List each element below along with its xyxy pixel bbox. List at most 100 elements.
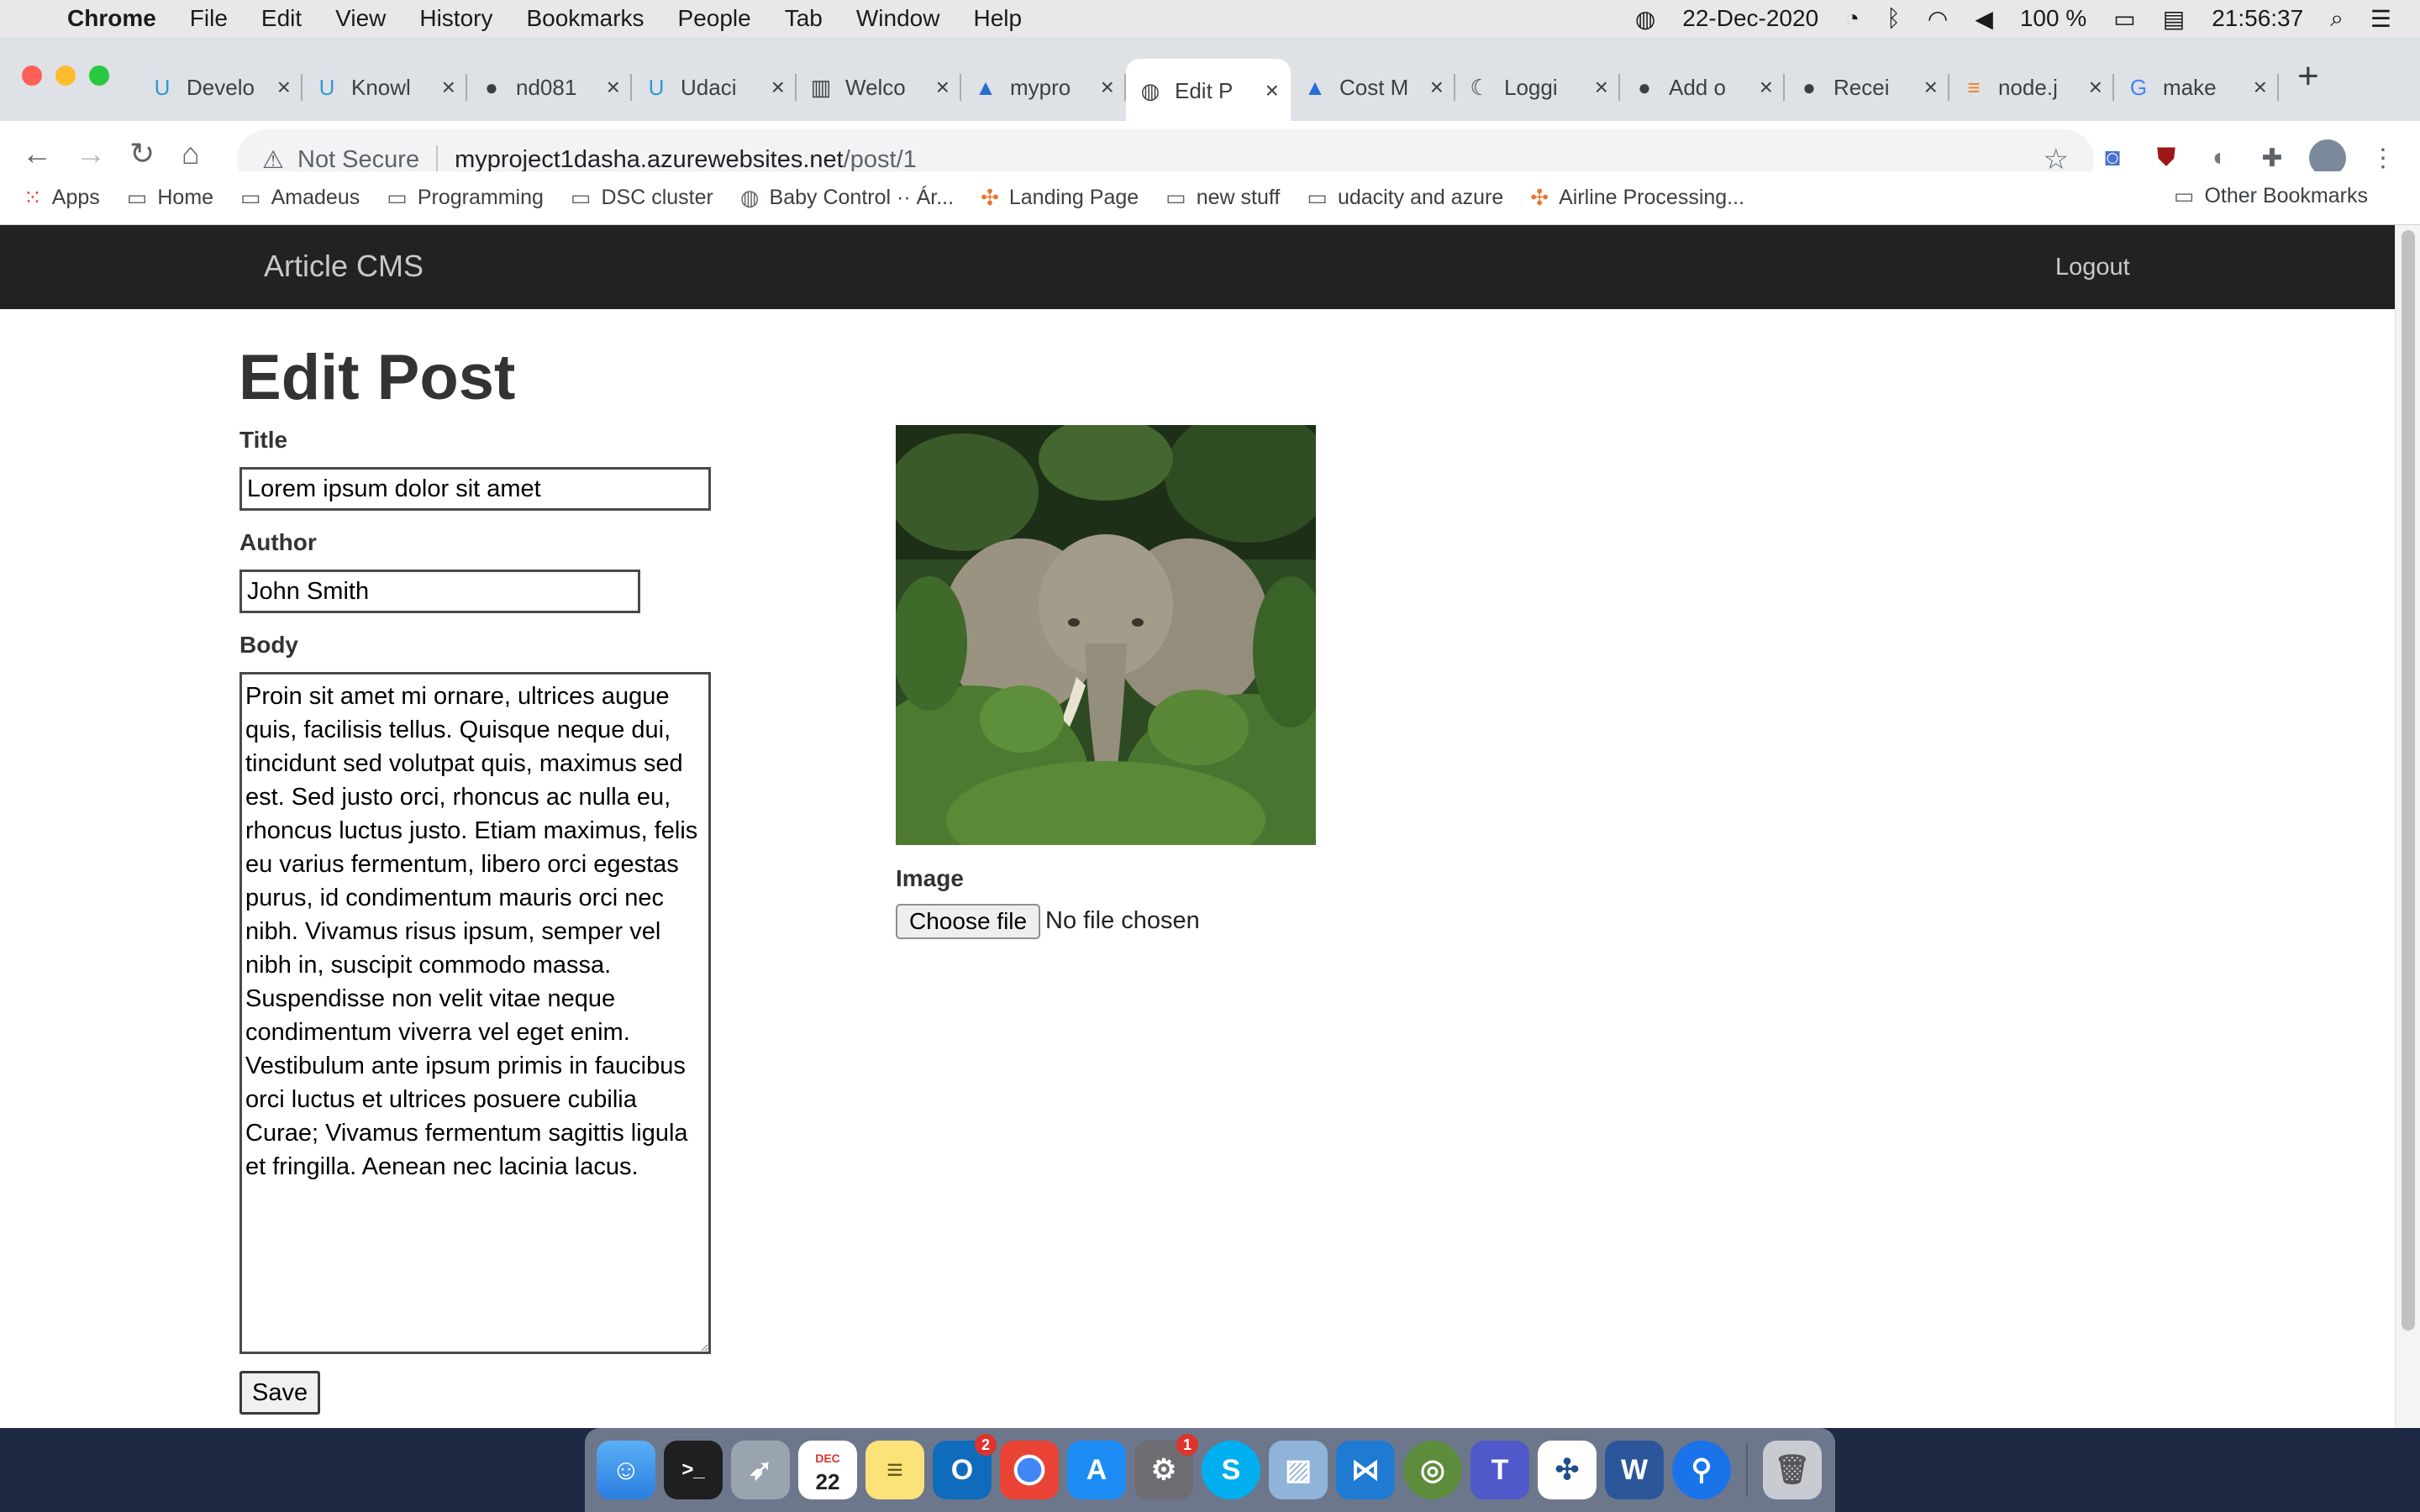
input-source-flag-icon[interactable]: ▤ xyxy=(2163,5,2185,33)
bookmark-baby-control[interactable]: ◍ Baby Control ·· Ár... xyxy=(740,185,954,211)
bookmark-udacity-azure[interactable]: ▭ udacity and azure xyxy=(1307,185,1503,211)
menu-bookmarks[interactable]: Bookmarks xyxy=(526,5,644,32)
launchpad-icon[interactable]: ➶ xyxy=(731,1441,790,1499)
window-close-button[interactable] xyxy=(22,66,42,86)
tab-recei[interactable]: ● Recei × xyxy=(1785,59,1949,116)
window-minimize-button[interactable] xyxy=(55,66,76,86)
close-icon[interactable]: × xyxy=(1265,77,1279,104)
close-icon[interactable]: × xyxy=(936,74,950,101)
outlook-icon[interactable]: O2 xyxy=(933,1434,997,1499)
teams-icon[interactable]: T xyxy=(1470,1441,1529,1499)
close-icon[interactable]: × xyxy=(607,74,620,101)
volume-icon[interactable]: ◀ xyxy=(1975,5,1993,33)
finder-icon[interactable]: ☺ xyxy=(597,1441,655,1499)
vpn-app-icon[interactable]: ◎ xyxy=(1403,1441,1462,1499)
trash-icon[interactable]: 🗑 xyxy=(1763,1441,1822,1499)
tab-add[interactable]: ● Add o × xyxy=(1620,59,1785,116)
bookmark-apps[interactable]: ⁙ Apps xyxy=(24,185,100,211)
menu-view[interactable]: View xyxy=(335,5,386,32)
tab-nd081[interactable]: ● nd081 × xyxy=(467,59,632,116)
bookmark-programming[interactable]: ▭ Programming xyxy=(387,185,544,211)
notes-icon[interactable]: ≡ xyxy=(865,1441,924,1499)
close-icon[interactable]: × xyxy=(1760,74,1773,101)
skype-icon[interactable]: S xyxy=(1202,1441,1260,1499)
author-input[interactable] xyxy=(239,570,640,613)
site-brand-link[interactable]: Article CMS xyxy=(264,249,424,284)
tab-loggi[interactable]: ☾ Loggi × xyxy=(1455,59,1620,116)
bookmark-dsc-cluster[interactable]: ▭ DSC cluster xyxy=(571,185,713,211)
home-icon[interactable]: ⌂ xyxy=(182,136,200,171)
tab-node[interactable]: ≡ node.j × xyxy=(1949,59,2114,116)
tab-knowl[interactable]: U Knowl × xyxy=(302,59,467,116)
time-machine-icon[interactable]: ◔ xyxy=(1845,5,1860,32)
menu-people[interactable]: People xyxy=(678,5,751,32)
tab-make[interactable]: Gmake × xyxy=(2114,59,2279,116)
close-icon[interactable]: × xyxy=(1595,74,1608,101)
reload-icon[interactable]: ↻ xyxy=(129,136,155,171)
image-label: Image xyxy=(896,865,964,891)
spotlight-search-icon[interactable]: ⌕ xyxy=(2330,5,2344,33)
tab-develo[interactable]: U Develo × xyxy=(138,59,302,116)
maps-pin-icon[interactable]: ⚲ xyxy=(1672,1441,1731,1499)
control-center-icon[interactable]: ☰ xyxy=(2370,5,2391,33)
close-icon[interactable]: × xyxy=(1101,74,1114,101)
menu-app-chrome[interactable]: Chrome xyxy=(67,5,156,32)
bookmark-home[interactable]: ▭ Home xyxy=(127,185,213,211)
system-preferences-icon[interactable]: ⚙ 1 xyxy=(1134,1434,1198,1499)
chrome-icon[interactable] xyxy=(1000,1441,1059,1499)
bookmark-landing-page[interactable]: ✣ Landing Page xyxy=(981,185,1139,211)
close-icon[interactable]: × xyxy=(277,74,291,101)
close-icon[interactable]: × xyxy=(1924,74,1938,101)
bookmark-new-stuff[interactable]: ▭ new stuff xyxy=(1165,185,1280,211)
menu-help[interactable]: Help xyxy=(973,5,1022,32)
menu-file[interactable]: File xyxy=(190,5,228,32)
tab-edit-post[interactable]: ◍ Edit P × xyxy=(1126,59,1291,123)
close-icon[interactable]: × xyxy=(442,74,455,101)
save-button[interactable]: Save xyxy=(239,1371,321,1415)
close-icon[interactable]: × xyxy=(771,74,785,101)
tab-udaci[interactable]: U Udaci × xyxy=(632,59,797,116)
forward-arrow-icon[interactable]: → xyxy=(76,136,106,171)
battery-icon[interactable]: ▭ xyxy=(2113,5,2135,33)
tableau-icon[interactable]: ✣ xyxy=(1538,1441,1597,1499)
menu-tab[interactable]: Tab xyxy=(785,5,823,32)
github-icon: ● xyxy=(1638,74,1651,100)
menu-date[interactable]: 22-Dec-2020 xyxy=(1682,5,1818,32)
tab-welco[interactable]: ▥ Welco × xyxy=(797,59,961,116)
app-store-icon[interactable]: A xyxy=(1067,1441,1126,1499)
body-label: Body xyxy=(239,632,298,658)
close-icon[interactable]: × xyxy=(2254,74,2267,101)
back-arrow-icon[interactable]: ← xyxy=(22,136,52,171)
title-input[interactable] xyxy=(239,467,711,511)
tab-cost[interactable]: ▲ Cost M × xyxy=(1291,59,1455,116)
bookmark-other[interactable]: ▭ Other Bookmarks xyxy=(2174,183,2368,209)
close-icon[interactable]: × xyxy=(1430,74,1444,101)
body-textarea[interactable]: Proin sit amet mi ornare, ultrices augue… xyxy=(239,672,711,1354)
menu-history[interactable]: History xyxy=(419,5,492,32)
menu-clock[interactable]: 21:56:37 xyxy=(2212,5,2303,32)
window-zoom-button[interactable] xyxy=(89,66,109,86)
menu-edit[interactable]: Edit xyxy=(261,5,302,32)
calendar-icon[interactable]: DEC 22 xyxy=(798,1441,857,1499)
vscode-icon[interactable]: ⋈ xyxy=(1336,1441,1395,1499)
wifi-icon[interactable]: ◠ xyxy=(1928,5,1948,33)
warning-icon[interactable]: ⚠ xyxy=(262,145,284,175)
new-tab-button[interactable]: + xyxy=(2297,55,2319,97)
bookmark-amadeus[interactable]: ▭ Amadeus xyxy=(240,185,360,211)
bookmark-airline-processing[interactable]: ✣ Airline Processing... xyxy=(1530,185,1744,211)
security-label[interactable]: Not Secure xyxy=(297,146,419,174)
battery-percent[interactable]: 100 % xyxy=(2020,5,2086,32)
preview-icon[interactable]: ▨ xyxy=(1269,1441,1328,1499)
logout-link[interactable]: Logout xyxy=(2055,254,2130,281)
choose-file-button[interactable]: Choose file xyxy=(896,904,1041,939)
menu-window[interactable]: Window xyxy=(856,5,940,32)
status-app-icon[interactable]: ◍ xyxy=(1635,5,1655,33)
terminal-icon[interactable]: >_ xyxy=(664,1441,723,1499)
word-icon[interactable]: W xyxy=(1605,1441,1664,1499)
scrollbar-thumb[interactable] xyxy=(2402,230,2415,1331)
close-icon[interactable]: × xyxy=(2089,74,2102,101)
bluetooth-icon[interactable]: ᛒ xyxy=(1886,5,1901,32)
page-scrollbar[interactable] xyxy=(2395,225,2420,1428)
udacity-icon: U xyxy=(648,74,665,100)
tab-mypro[interactable]: ▲ mypro × xyxy=(961,59,1126,116)
